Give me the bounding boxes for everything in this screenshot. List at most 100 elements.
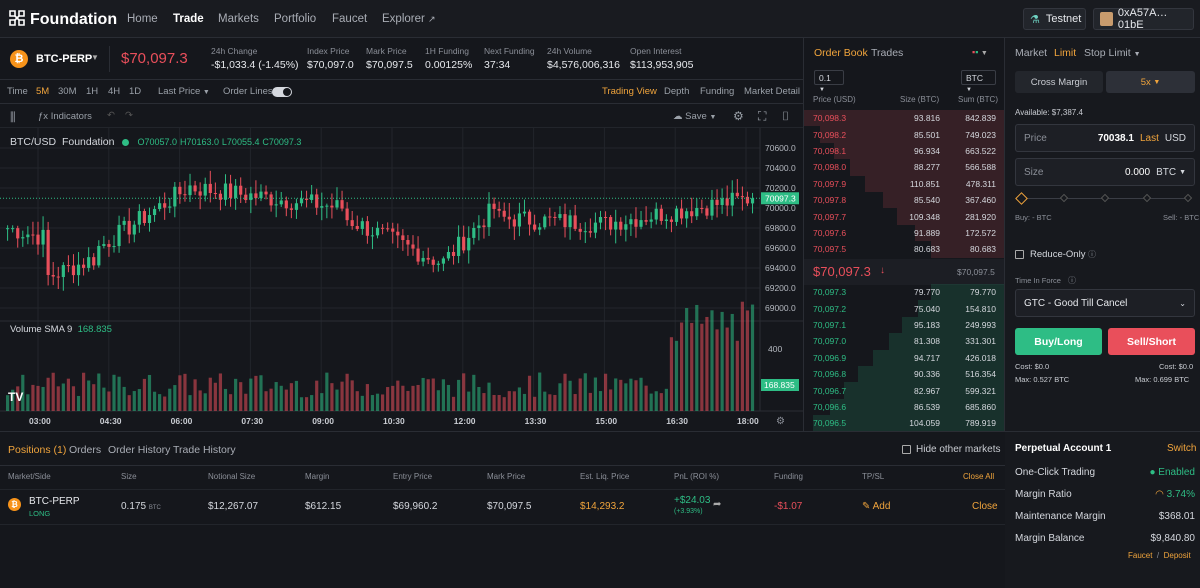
order-lines-toggle[interactable] bbox=[272, 87, 292, 97]
nav-trade[interactable]: Trade bbox=[173, 13, 204, 25]
network-badge[interactable]: ⚗ Testnet bbox=[1023, 8, 1086, 30]
bid-row[interactable]: 70,096.7 82.967 599.321 bbox=[804, 382, 1004, 399]
nav-markets[interactable]: Markets bbox=[218, 13, 259, 25]
candle-body bbox=[446, 251, 451, 259]
ask-row[interactable]: 70,098.3 93.816 842.839 bbox=[804, 110, 1004, 127]
book-layout-icon[interactable]: ▪▪ ▼ bbox=[972, 47, 988, 57]
bid-row[interactable]: 70,096.9 94.717 426.018 bbox=[804, 349, 1004, 366]
deposit-link[interactable]: Deposit bbox=[1164, 551, 1191, 560]
slider-tick[interactable] bbox=[1183, 193, 1193, 203]
enabled-status[interactable]: ● Enabled bbox=[1149, 467, 1195, 478]
interval-30m[interactable]: 30M bbox=[58, 86, 76, 97]
ask-row[interactable]: 70,097.9 110.851 478.311 bbox=[804, 175, 1004, 192]
bid-row[interactable]: 70,097.2 75.040 154.810 bbox=[804, 300, 1004, 317]
last-price-button[interactable]: Last bbox=[1140, 133, 1159, 144]
close-all-button[interactable]: Close All bbox=[963, 472, 994, 481]
table-row[interactable]: ₿ BTC-PERP LONG 0.175 BTC $12,267.07 $61… bbox=[0, 490, 1005, 524]
volume-bar bbox=[269, 388, 273, 411]
sell-short-button[interactable]: Sell/Short bbox=[1108, 328, 1195, 355]
market-symbol[interactable]: BTC-PERP bbox=[36, 53, 92, 65]
indicators-button[interactable]: ƒx Indicators bbox=[38, 111, 92, 122]
bid-row[interactable]: 70,096.5 104.059 789.919 bbox=[804, 415, 1004, 432]
time-tick-label: 10:30 bbox=[383, 416, 405, 426]
leverage-button[interactable]: 5x ▼ bbox=[1106, 71, 1195, 93]
bid-row[interactable]: 70,097.3 79.770 79.770 bbox=[804, 284, 1004, 301]
ask-row[interactable]: 70,098.1 96.934 663.522 bbox=[804, 142, 1004, 160]
slider-tick[interactable] bbox=[1059, 193, 1068, 203]
caret-down-icon[interactable]: ▼ bbox=[1179, 169, 1186, 176]
interval-5m[interactable]: 5M bbox=[36, 86, 49, 97]
size-input[interactable]: Size 0.000 BTC ▼ bbox=[1015, 158, 1195, 186]
wallet-button[interactable]: 0xA57A…01bE bbox=[1093, 7, 1194, 31]
buy-long-button[interactable]: Buy/Long bbox=[1015, 328, 1102, 355]
tab-order-history[interactable]: Order History bbox=[108, 444, 170, 456]
tab-orders[interactable]: Orders bbox=[69, 444, 101, 456]
hide-other-markets-checkbox[interactable] bbox=[902, 445, 911, 454]
ask-row[interactable]: 70,097.6 91.889 172.572 bbox=[804, 224, 1004, 242]
nav-portfolio[interactable]: Portfolio bbox=[274, 13, 316, 25]
close-position-button[interactable]: Close bbox=[972, 501, 998, 512]
ask-row[interactable]: 70,098.0 88.277 566.588 bbox=[804, 159, 1004, 176]
tab-limit[interactable]: Limit bbox=[1054, 47, 1076, 59]
bid-row[interactable]: 70,096.8 90.336 516.354 bbox=[804, 366, 1004, 383]
candle-body bbox=[695, 207, 699, 217]
tab-stop-limit[interactable]: Stop Limit ▼ bbox=[1084, 47, 1141, 59]
ask-row[interactable]: 70,097.8 85.540 367.460 bbox=[804, 192, 1004, 209]
faucet-link[interactable]: Faucet bbox=[1128, 551, 1152, 560]
share-icon[interactable]: ➦ bbox=[713, 499, 721, 510]
ask-row[interactable]: 70,097.5 80.683 80.683 bbox=[804, 241, 1004, 258]
view-funding[interactable]: Funding bbox=[700, 86, 734, 97]
interval-4h[interactable]: 4H bbox=[108, 86, 120, 97]
settings-icon[interactable]: ⚙ bbox=[733, 109, 744, 123]
tab-market[interactable]: Market bbox=[1015, 47, 1047, 59]
info-icon[interactable]: ⓘ bbox=[1068, 275, 1076, 286]
interval-1d[interactable]: 1D bbox=[129, 86, 141, 97]
candle-body bbox=[740, 196, 744, 198]
divider bbox=[109, 46, 110, 72]
view-trading-view[interactable]: Trading View bbox=[602, 86, 657, 97]
tab-positions[interactable]: Positions (1) bbox=[8, 444, 66, 456]
tab-trades[interactable]: Trades bbox=[871, 47, 903, 59]
brand-logo[interactable]: Foundation bbox=[8, 9, 117, 29]
undo-icon[interactable]: ↶ bbox=[107, 110, 115, 121]
size-unit[interactable]: BTC bbox=[1156, 167, 1176, 178]
slider-tick[interactable] bbox=[1142, 193, 1151, 203]
camera-icon[interactable]: ⌷ bbox=[782, 109, 789, 124]
tab-order-book[interactable]: Order Book bbox=[814, 47, 868, 59]
ask-row[interactable]: 70,097.7 109.348 281.920 bbox=[804, 208, 1004, 225]
slider-tick[interactable] bbox=[1100, 193, 1110, 203]
candle-type-icon[interactable]: ⫼ bbox=[10, 110, 16, 125]
unit-select[interactable]: BTC ▼ bbox=[961, 70, 996, 93]
fullscreen-icon[interactable]: ⛶ bbox=[758, 109, 766, 124]
save-button[interactable]: ☁ Save ▼ bbox=[673, 111, 716, 122]
tradingview-logo-icon[interactable]: TV bbox=[8, 390, 30, 406]
redo-icon[interactable]: ↷ bbox=[125, 110, 133, 121]
bid-row[interactable]: 70,096.6 86.539 685.860 bbox=[804, 398, 1004, 416]
tif-select[interactable]: GTC - Good Till Cancel ⌄ bbox=[1015, 289, 1195, 317]
ask-row[interactable]: 70,098.2 85.501 749.023 bbox=[804, 126, 1004, 143]
candle-body bbox=[168, 206, 172, 208]
reduce-only-checkbox[interactable] bbox=[1015, 250, 1024, 259]
bid-row[interactable]: 70,097.1 95.183 249.993 bbox=[804, 316, 1004, 334]
size-step-select[interactable]: 0.1 ▼ bbox=[814, 70, 844, 93]
margin-mode-button[interactable]: Cross Margin bbox=[1015, 71, 1103, 93]
info-icon[interactable]: ⓘ bbox=[1088, 249, 1096, 260]
price-chart-area[interactable]: ⫼ ƒx Indicators ↶ ↷ ☁ Save ▼ ⚙ ⛶ ⌷ 70600… bbox=[0, 106, 803, 431]
switch-account-link[interactable]: Switch bbox=[1167, 443, 1196, 454]
candlestick-chart[interactable]: 70600.0 70400.0 70200.0 70000.0 69800.0 69600… bbox=[0, 128, 803, 431]
view-market-detail[interactable]: Market Detail bbox=[744, 86, 800, 97]
nav-home[interactable]: Home bbox=[127, 13, 158, 25]
tpsl-add-button[interactable]: ✎ Add bbox=[862, 501, 890, 512]
candle-body bbox=[649, 219, 653, 222]
tab-trade-history[interactable]: Trade History bbox=[173, 444, 236, 456]
size-slider-handle[interactable] bbox=[1015, 192, 1028, 205]
bid-row[interactable]: 70,097.0 81.308 331.301 bbox=[804, 333, 1004, 350]
view-depth[interactable]: Depth bbox=[664, 86, 689, 97]
price-input[interactable]: Price 70038.1 Last USD bbox=[1015, 124, 1195, 152]
candle-body bbox=[61, 265, 65, 278]
price-type-select[interactable]: Last Price ▼ bbox=[158, 86, 210, 97]
interval-1h[interactable]: 1H bbox=[86, 86, 98, 97]
nav-faucet[interactable]: Faucet bbox=[332, 13, 367, 25]
chevron-down-icon[interactable]: ▼ bbox=[91, 53, 99, 62]
nav-explorer[interactable]: Explorer ↗ bbox=[382, 13, 436, 25]
